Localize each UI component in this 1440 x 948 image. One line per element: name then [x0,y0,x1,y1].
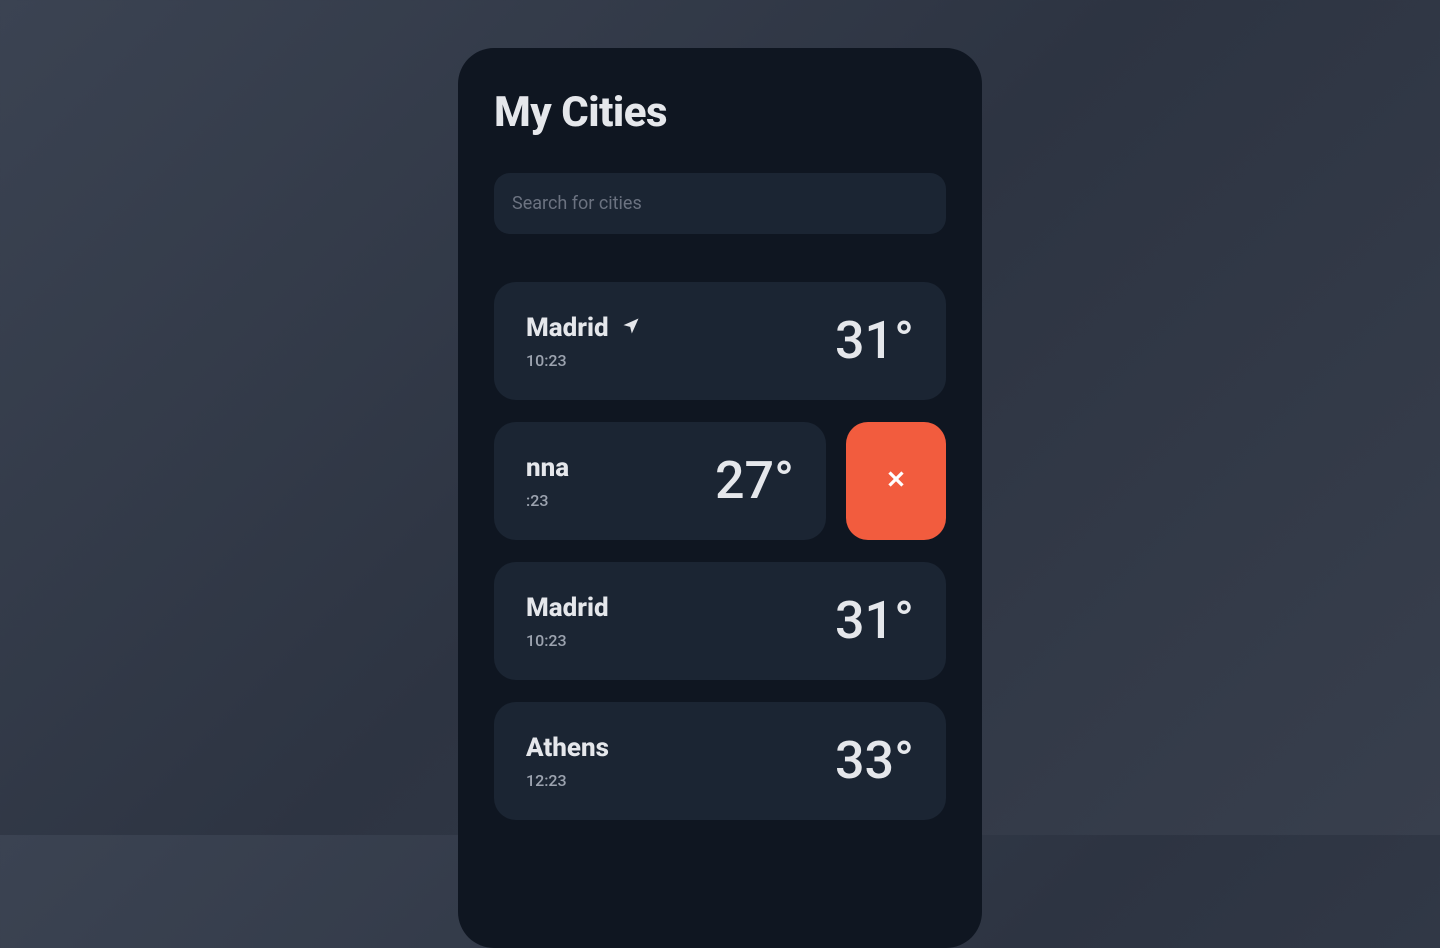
city-info: Madrid 10:23 [526,593,609,650]
city-temperature: 27° [715,455,794,507]
city-name-row: nna [526,453,569,483]
city-info: Athens 12:23 [526,733,609,790]
city-name: Madrid [526,313,609,343]
search-input[interactable] [512,193,928,214]
city-row: Athens 12:23 33° [494,702,946,820]
city-list: Madrid 10:23 31° nna [494,282,946,820]
page-title: My Cities [494,88,946,137]
city-time: 12:23 [526,771,609,790]
city-card-madrid-current[interactable]: Madrid 10:23 31° [494,282,946,400]
city-name-row: Athens [526,733,609,763]
close-icon [883,466,909,496]
city-time: :23 [526,491,569,510]
city-card-nna[interactable]: nna :23 27° [494,422,826,540]
city-row: Madrid 10:23 31° [494,562,946,680]
city-row: Madrid 10:23 31° [494,282,946,400]
phone-frame: My Cities Madrid 10:23 [458,48,982,948]
city-name: Athens [526,733,609,763]
city-name: Madrid [526,593,609,623]
city-name-row: Madrid [526,313,641,343]
search-container[interactable] [494,173,946,234]
delete-button[interactable] [846,422,946,540]
city-row: nna :23 27° [494,422,946,540]
city-card-athens[interactable]: Athens 12:23 33° [494,702,946,820]
city-info: nna :23 [526,453,569,510]
city-name-row: Madrid [526,593,609,623]
city-temperature: 33° [835,735,914,787]
city-time: 10:23 [526,351,641,370]
location-arrow-icon [621,316,641,340]
city-temperature: 31° [835,315,914,367]
city-name: nna [526,453,569,483]
city-card-madrid[interactable]: Madrid 10:23 31° [494,562,946,680]
city-info: Madrid 10:23 [526,313,641,370]
city-temperature: 31° [835,595,914,647]
city-time: 10:23 [526,631,609,650]
